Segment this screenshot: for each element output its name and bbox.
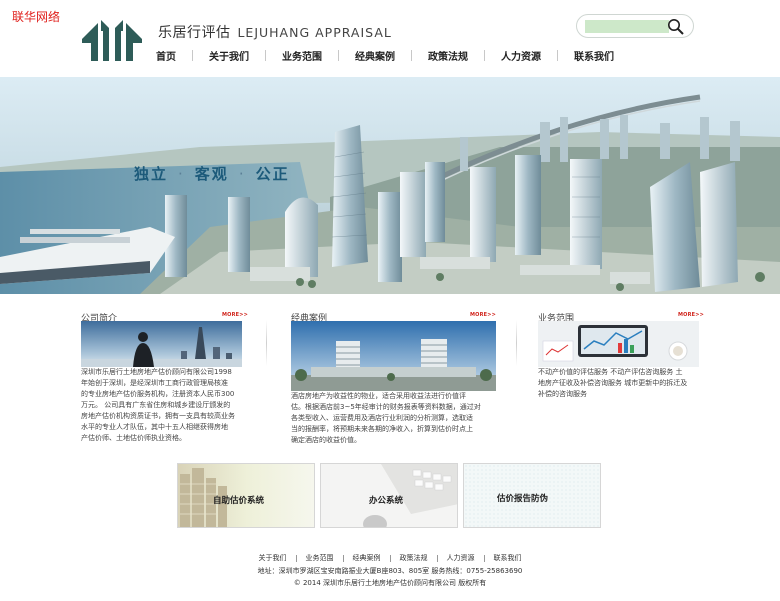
office-system-label: 办公系统 <box>369 496 404 506</box>
footer-link-hr[interactable]: 人力资源 <box>438 553 484 563</box>
brand-name-cn: 乐居行评估 <box>158 25 231 41</box>
business-line: 地房产征收及补偿咨询服务 城市更新中的拆迁及 <box>538 379 688 387</box>
logo-icon[interactable] <box>82 19 142 61</box>
cases-more-link[interactable]: MORE>> <box>470 312 496 318</box>
about-image <box>81 321 242 367</box>
nav-item-policy[interactable]: 政策法规 <box>412 48 484 63</box>
about-line: 水平的专业人才队伍，其中十五人相继获得房地 <box>81 423 228 431</box>
about-more-link[interactable]: MORE>> <box>222 312 248 318</box>
about-line: 的专业房地产估价服务机构，注册资本人民币300 <box>81 390 235 398</box>
nav-item-cases[interactable]: 经典案例 <box>339 48 411 63</box>
about-line: 万元。 公司具有广东省住房和城乡建设厅颁发的 <box>81 401 231 409</box>
slogan-word-3: 公正 <box>255 165 290 183</box>
column-divider <box>516 320 517 366</box>
cases-line: 估。根据酒店前3~5年经审计的财务报表等资料数据，通过对 <box>291 403 481 411</box>
about-text: 深圳市乐居行土地房地产估价顾问有限公司1998 年始创于深圳，是经深圳市工商行政… <box>81 367 235 444</box>
cases-line: 酒店房地产为收益性的物业，适合采用收益法进行价值评 <box>291 392 466 400</box>
cases-line: 确定酒店的收益价值。 <box>291 436 361 444</box>
cases-image <box>291 321 496 391</box>
nav-item-contact[interactable]: 联系我们 <box>558 48 630 63</box>
about-line: 深圳市乐居行土地房地产估价顾问有限公司1998 <box>81 368 232 376</box>
footer-link-contact[interactable]: 联系我们 <box>485 553 531 563</box>
column-divider <box>266 320 267 366</box>
main-nav: 首页 关于我们 业务范围 经典案例 政策法规 人力资源 联系我们 <box>140 48 630 63</box>
cases-line: 当的报酬率，将预期未来各期的净收入，折算到估价时点上 <box>291 425 473 433</box>
banner-slogan: 独立 · 客观 · 公正 <box>134 163 290 184</box>
business-text: 不动产价值的评估服务 不动产评估咨询服务 土 地房产征收及补偿咨询服务 城市更新… <box>538 367 687 400</box>
watermark-text: 联华网络 <box>12 10 61 24</box>
anti-fake-label: 估价报告防伪 <box>497 494 549 504</box>
nav-item-business[interactable]: 业务范围 <box>266 48 338 63</box>
city-illustration <box>0 77 780 294</box>
about-line: 产估价师、土地估价师执业资格。 <box>81 434 186 442</box>
business-image <box>538 321 699 367</box>
footer-nav: 关于我们 业务范围 经典案例 政策法规 人力资源 联系我们 <box>0 553 780 563</box>
cases-line: 各类型收入、运营费用及酒店行业利润的分析测算，选取适 <box>291 414 473 422</box>
office-system-tile[interactable]: 办公系统 <box>320 463 458 528</box>
brand-name-en: LEJUHANG APPRAISAL <box>237 25 392 40</box>
footer-link-policy[interactable]: 政策法规 <box>391 553 437 563</box>
business-line: 不动产价值的评估服务 不动产评估咨询服务 土 <box>538 368 683 376</box>
brand-title: 乐居行评估 LEJUHANG APPRAISAL <box>158 22 392 42</box>
footer-address: 地址：深圳市罗湖区宝安南路振业大厦B座803、805室 服务热线：0755-25… <box>257 567 523 575</box>
slogan-word-1: 独立 <box>134 165 169 183</box>
self-valuation-label: 自助估价系统 <box>213 496 265 506</box>
about-line: 房地产估价机构资质证书，拥有一支具有较高业务 <box>81 412 235 420</box>
self-valuation-tile[interactable]: 自助估价系统 <box>177 463 315 528</box>
cases-text: 酒店房地产为收益性的物业，适合采用收益法进行价值评 估。根据酒店前3~5年经审计… <box>291 391 481 446</box>
slogan-word-2: 客观 <box>194 165 229 183</box>
business-more-link[interactable]: MORE>> <box>678 312 704 318</box>
anti-fake-tile[interactable]: 估价报告防伪 <box>463 463 601 528</box>
footer-copyright: © 2014 深圳市乐居行土地房地产估价顾问有限公司 版权所有 <box>293 579 487 587</box>
footer-link-cases[interactable]: 经典案例 <box>344 553 390 563</box>
slogan-dot: · <box>238 165 246 183</box>
search-icon[interactable] <box>667 18 685 36</box>
search-input[interactable] <box>585 20 669 33</box>
search-box <box>576 14 694 38</box>
nav-item-hr[interactable]: 人力资源 <box>485 48 557 63</box>
footer-link-business[interactable]: 业务范围 <box>297 553 343 563</box>
hero-banner[interactable]: 独立 · 客观 · 公正 <box>0 77 780 294</box>
about-line: 年始创于深圳，是经深圳市工商行政管理局核准 <box>81 379 228 387</box>
nav-item-home[interactable]: 首页 <box>140 48 192 63</box>
footer-link-about[interactable]: 关于我们 <box>250 553 296 563</box>
business-line: 补偿的咨询服务 <box>538 390 587 398</box>
slogan-dot: · <box>178 165 185 183</box>
nav-item-about[interactable]: 关于我们 <box>193 48 265 63</box>
